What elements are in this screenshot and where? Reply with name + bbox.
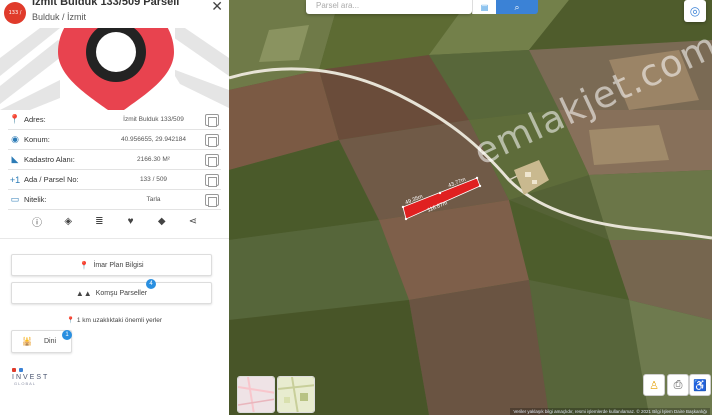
parcel-badge: 133 / 509 <box>4 2 26 38</box>
map-footer: Veriler yaklaşık bilgi amaçlıdır, resmi … <box>510 408 710 415</box>
heart-icon[interactable]: ♥ <box>124 214 138 228</box>
divider <box>0 238 229 239</box>
detail-value: Tarla <box>146 196 161 203</box>
religious-places-label: Dini <box>44 338 57 345</box>
plus-one-icon: +1 <box>9 174 21 185</box>
crosshair-icon: ◎ <box>689 4 701 18</box>
nearby-places-heading: 📍 1 km uzaklıktaki önemli yerler <box>66 317 163 324</box>
detail-value: 40.956655, 29.942184 <box>120 136 187 143</box>
cadastral-style-thumb[interactable] <box>277 376 315 413</box>
mountain-icon: ▲▲ <box>75 288 92 298</box>
panel-header: 133 / 509 İzmit Bulduk 133/509 Parseli B… <box>0 0 229 38</box>
info-icon[interactable]: ⓘ <box>30 214 44 229</box>
action-bar: ⓘ ◈ ≣ ♥ ◆ ⋖ <box>30 214 200 229</box>
copy-icon[interactable] <box>205 133 219 147</box>
search-input[interactable]: Parsel ara... <box>316 1 359 10</box>
search-button[interactable]: ⌕ <box>496 0 538 14</box>
parcel-search-bar[interactable]: Parsel ara... <box>306 0 472 14</box>
page-title: İzmit Bulduk 133/509 Parseli <box>32 0 180 8</box>
neighbor-count-badge: 4 <box>146 279 156 289</box>
page-subtitle: Bulduk / İzmit <box>32 12 87 22</box>
layers-icon[interactable]: ◆ <box>155 214 169 228</box>
detail-label: Ada / Parsel No: <box>24 175 79 184</box>
map-style-thumb[interactable] <box>237 376 275 413</box>
satellite-map[interactable]: 49.35m 43.77m 116.87m emlakjet.com Parse… <box>229 0 712 415</box>
directions-icon[interactable]: ◈ <box>61 214 75 228</box>
parcel-panel: 133 / 509 İzmit Bulduk 133/509 Parseli B… <box>0 0 229 415</box>
detail-label: Kadastro Alanı: <box>24 155 75 164</box>
my-location-button[interactable]: ◎ <box>684 0 706 22</box>
detail-label: Konum: <box>24 135 50 144</box>
neighbor-parcels-button[interactable]: ▲▲ Komşu Parseller <box>11 282 212 304</box>
detail-label: Adres: <box>24 115 46 124</box>
pin-icon: 📍 <box>66 317 76 324</box>
detail-row-location: ◉ Konum: 40.956655, 29.942184 <box>8 130 221 150</box>
copy-icon[interactable] <box>205 193 219 207</box>
location-pin-icon: 📍 <box>9 114 21 124</box>
mosque-icon: 🕌 <box>22 337 32 346</box>
app-root: 133 / 509 İzmit Bulduk 133/509 Parseli B… <box>0 0 712 415</box>
detail-label: Nitelik: <box>24 195 47 204</box>
street-view-button[interactable]: ♙ <box>643 374 665 396</box>
document-search-button[interactable]: ▤ <box>472 0 496 14</box>
zoning-info-button[interactable]: 📍 İmar Plan Bilgisi <box>11 254 212 276</box>
document-icon: ▤ <box>480 2 489 12</box>
invest-global-logo: INVEST GLOBAL <box>12 368 49 386</box>
detail-value: 2166.30 M² <box>137 156 170 163</box>
hero-pin-graphic <box>0 28 229 110</box>
neighbor-parcels-label: Komşu Parseller <box>95 289 148 297</box>
copy-icon[interactable] <box>205 173 219 187</box>
parcel-details: 📍 Adres: İzmit Bulduk 133/509 ◉ Konum: 4… <box>8 110 221 210</box>
share-icon[interactable]: ⋖ <box>186 214 200 228</box>
detail-row-area: ◣ Kadastro Alanı: 2166.30 M² <box>8 150 221 170</box>
search-icon: ⌕ <box>514 1 520 12</box>
copy-icon[interactable] <box>205 113 219 127</box>
zoning-info-label: İmar Plan Bilgisi <box>93 261 144 269</box>
detail-row-parcel-no: +1 Ada / Parsel No: 133 / 509 <box>8 170 221 190</box>
pin-icon: 📍 <box>79 260 90 270</box>
accessibility-icon: ♿ <box>693 379 707 392</box>
target-icon: ◉ <box>11 134 19 144</box>
copy-icon[interactable] <box>205 153 219 167</box>
detail-row-type: ▭ Nitelik: Tarla <box>8 190 221 210</box>
print-button[interactable]: ⎙ <box>667 374 689 396</box>
detail-value: 133 / 509 <box>139 176 168 183</box>
tag-icon: ▭ <box>10 194 20 204</box>
detail-row-address: 📍 Adres: İzmit Bulduk 133/509 <box>8 110 221 130</box>
route-icon[interactable]: ≣ <box>92 214 106 228</box>
accessibility-button[interactable]: ♿ <box>689 374 711 396</box>
religious-count-badge: 1 <box>62 330 72 340</box>
pegman-icon: ♙ <box>649 379 659 392</box>
printer-icon: ⎙ <box>673 378 683 391</box>
area-triangle-icon: ◣ <box>11 154 19 164</box>
detail-value: İzmit Bulduk 133/509 <box>123 116 184 123</box>
close-icon[interactable]: ✕ <box>211 0 223 15</box>
